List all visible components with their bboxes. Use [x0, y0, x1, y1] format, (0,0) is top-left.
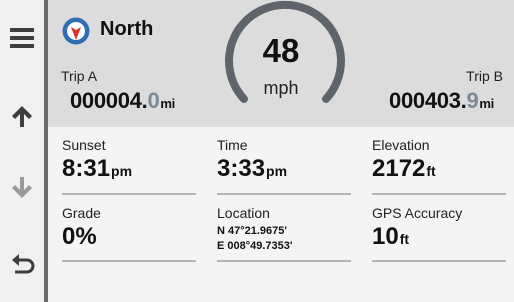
left-toolbar	[0, 0, 44, 302]
time-value: 3:33pm	[217, 155, 288, 182]
trip-a-value-main: 000004.	[70, 88, 148, 113]
field-divider	[62, 260, 196, 262]
field-sunset[interactable]: Sunset 8:31pm	[62, 137, 198, 183]
arrow-down-icon	[12, 177, 32, 198]
field-divider	[372, 260, 506, 262]
trip-a-value-decimal: 0	[147, 88, 160, 113]
back-button[interactable]	[0, 244, 44, 284]
compass-icon	[62, 17, 90, 45]
scroll-up-button[interactable]	[0, 96, 44, 136]
elevation-value: 2172ft	[372, 155, 436, 182]
trip-b-value-decimal: 9	[466, 88, 479, 113]
scroll-down-button[interactable]	[0, 168, 44, 208]
field-grade[interactable]: Grade 0%	[62, 205, 198, 251]
location-lat: N 47°21.9675'	[217, 225, 288, 237]
trip-b-value: 000403.9mi	[389, 88, 494, 114]
trip-b-value-main: 000403.	[389, 88, 467, 113]
time-label: Time	[217, 137, 248, 153]
grade-value: 0%	[62, 223, 97, 250]
speed-value: 48	[262, 32, 300, 69]
sunset-label: Sunset	[62, 137, 106, 153]
location-lon: E 008°49.7353'	[217, 240, 293, 252]
trip-b-unit: mi	[479, 96, 494, 111]
trip-panel: North Trip A 000004.0mi Trip B 000403.9m…	[48, 0, 514, 127]
trip-b-label: Trip B	[466, 68, 503, 84]
menu-icon	[10, 28, 34, 48]
speed-unit: mph	[263, 78, 299, 98]
field-divider	[62, 193, 196, 195]
trip-a-unit: mi	[160, 96, 175, 111]
menu-button[interactable]	[0, 18, 44, 58]
back-icon	[12, 254, 35, 274]
field-location[interactable]: Location N 47°21.9675' E 008°49.7353'	[217, 205, 353, 254]
heading-label: North	[100, 18, 154, 40]
trip-a-label: Trip A	[61, 68, 98, 84]
sunset-value: 8:31pm	[62, 155, 133, 182]
field-time[interactable]: Time 3:33pm	[217, 137, 353, 183]
trip-a-value: 000004.0mi	[70, 88, 175, 114]
elevation-label: Elevation	[372, 137, 430, 153]
gps-accuracy-value: 10ft	[372, 223, 410, 250]
location-label: Location	[217, 205, 270, 221]
field-gps-accuracy[interactable]: GPS Accuracy 10ft	[372, 205, 508, 251]
arrow-up-icon	[12, 106, 32, 127]
field-elevation[interactable]: Elevation 2172ft	[372, 137, 508, 183]
field-divider	[372, 193, 506, 195]
data-fields-grid: Sunset 8:31pm Time 3:33pm Elevation 2172…	[48, 127, 514, 302]
field-divider	[217, 193, 351, 195]
gps-accuracy-label: GPS Accuracy	[372, 205, 463, 221]
grade-label: Grade	[62, 205, 101, 221]
field-divider	[217, 260, 351, 262]
